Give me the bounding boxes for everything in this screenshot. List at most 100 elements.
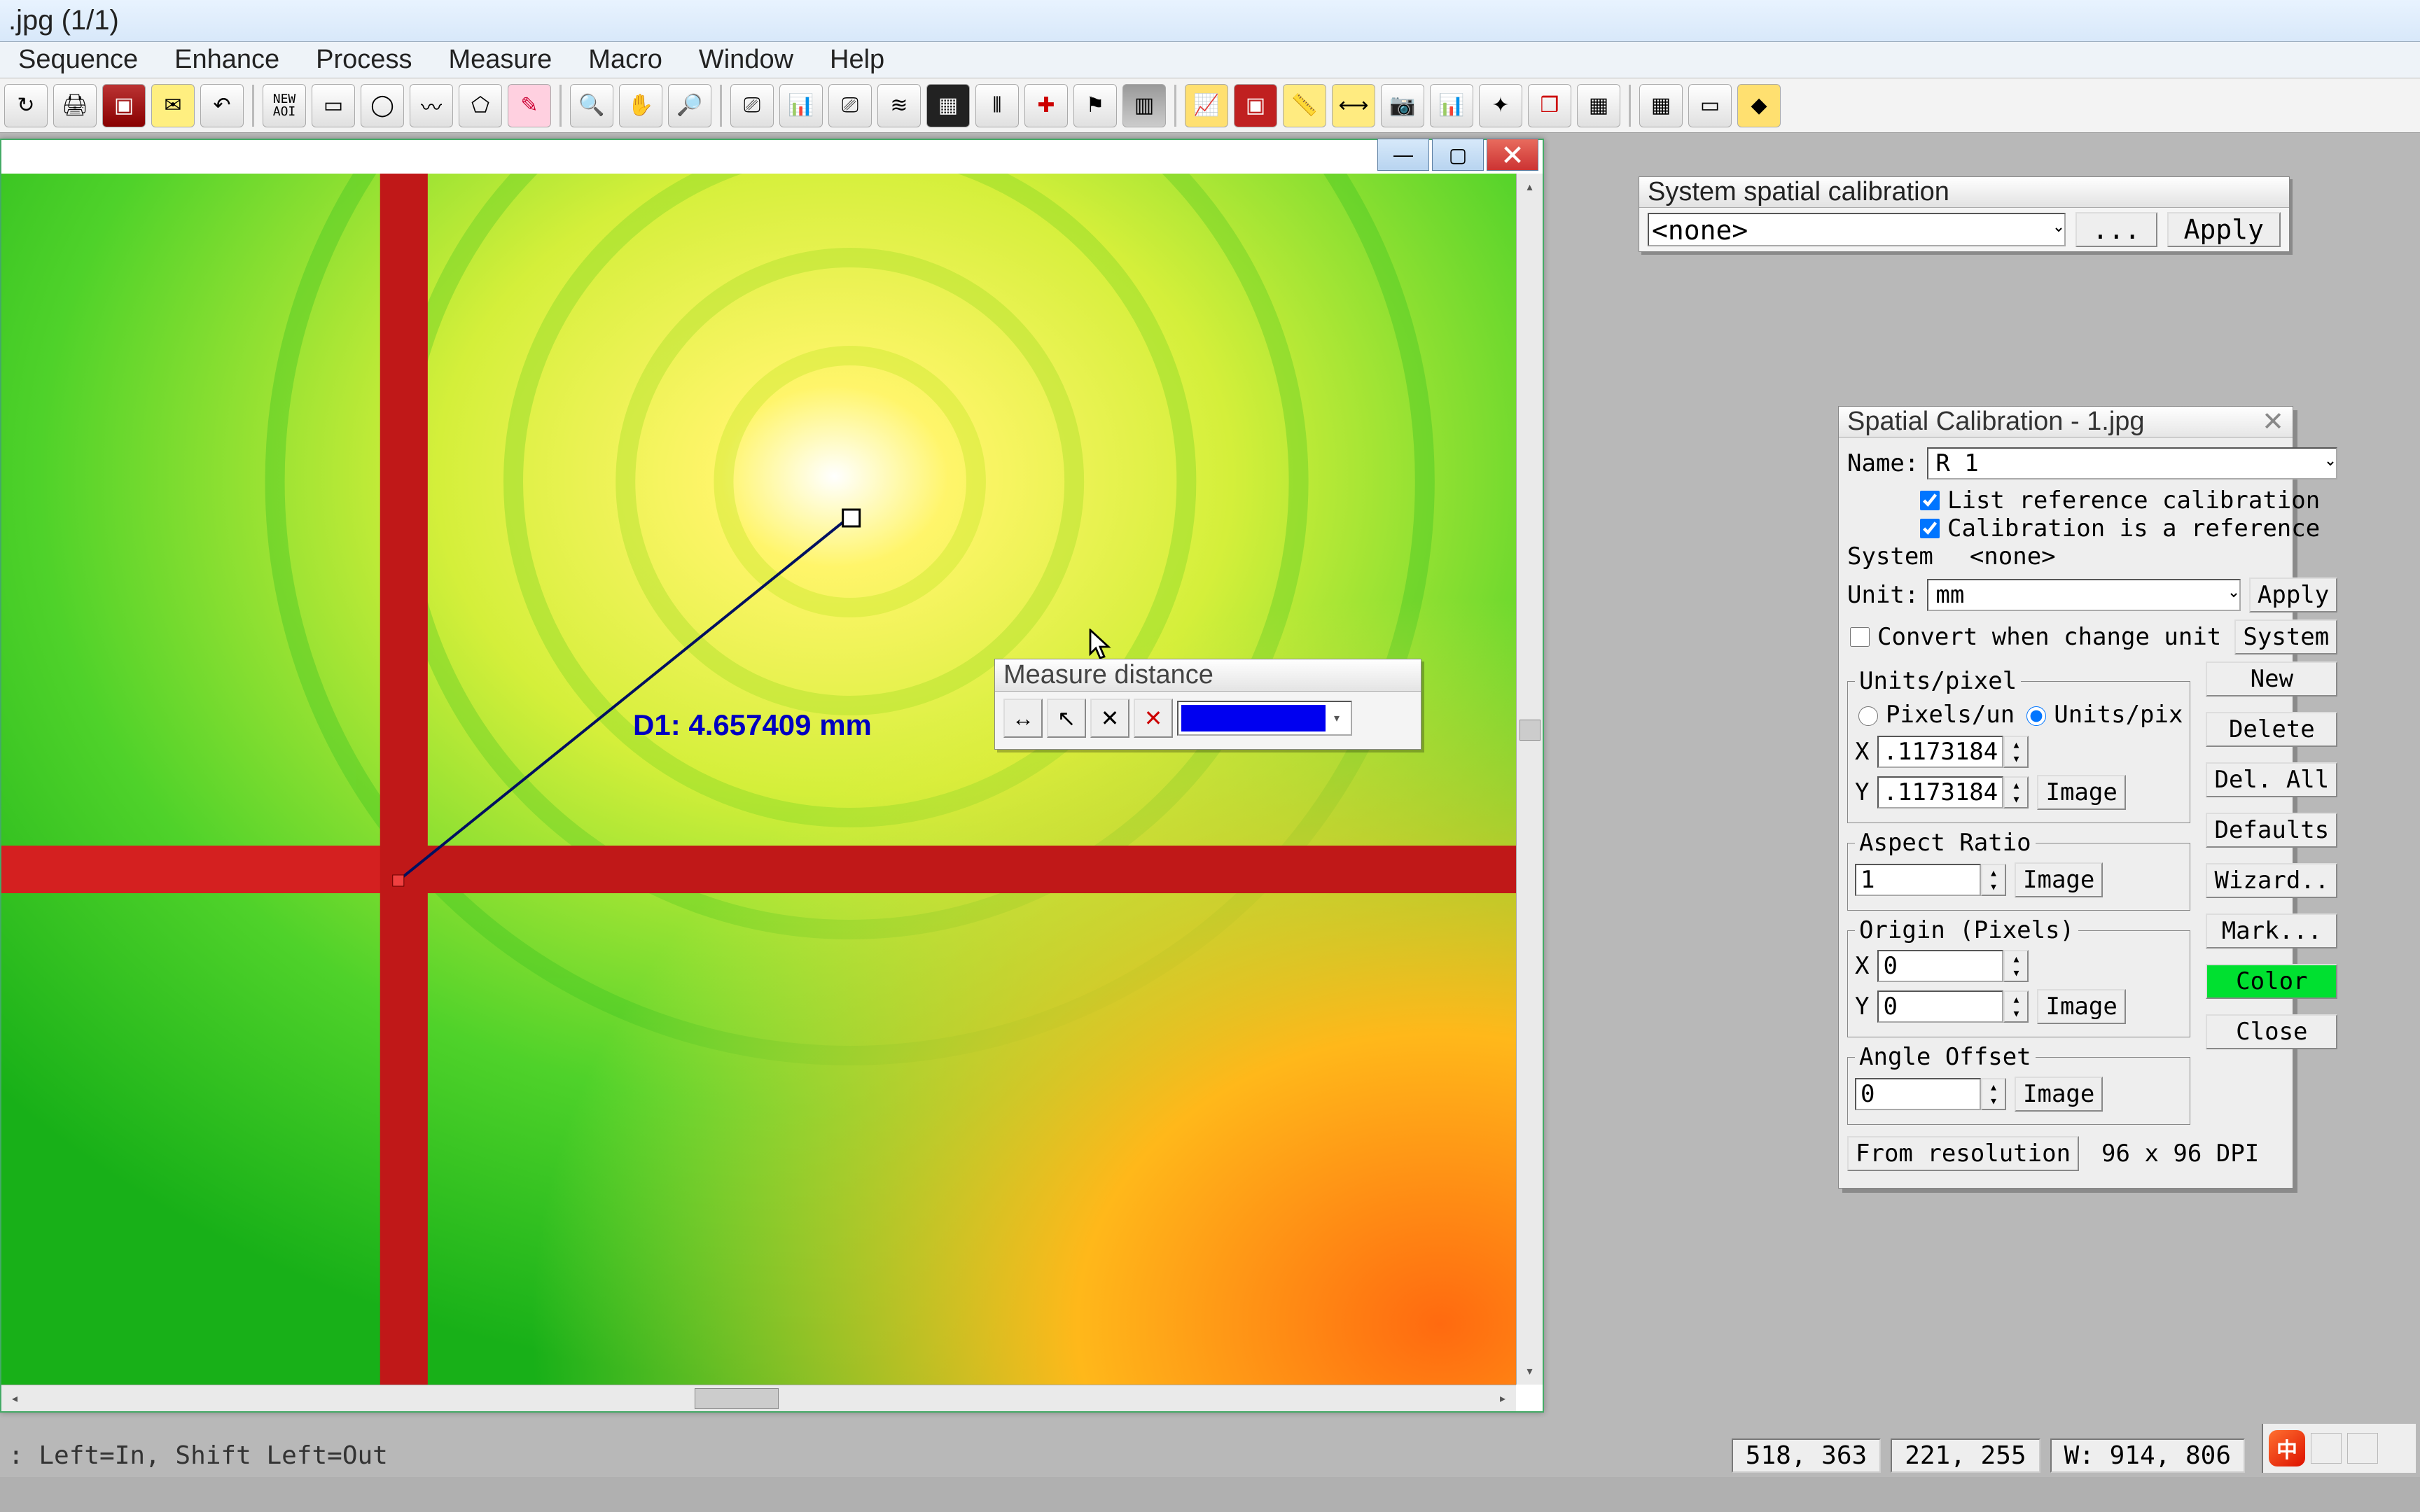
- ime-language-icon[interactable]: 中: [2269, 1430, 2305, 1466]
- tool-sliders1-icon[interactable]: ⎚: [730, 84, 774, 127]
- scroll-left-icon[interactable]: ◂: [1, 1385, 28, 1412]
- tool-histogram-icon[interactable]: 📊: [779, 84, 823, 127]
- from-resolution-button[interactable]: From resolution: [1847, 1136, 2079, 1171]
- origin-x-input[interactable]: [1877, 950, 2003, 982]
- chk-is-reference[interactable]: [1920, 519, 1940, 538]
- angle-image-button[interactable]: Image: [2015, 1077, 2103, 1112]
- tool-barcode-icon[interactable]: ⦀: [975, 84, 1019, 127]
- aspect-input[interactable]: [1855, 864, 1981, 896]
- image-canvas[interactable]: [1, 174, 1516, 1385]
- spinner-icon[interactable]: ▴▾: [1981, 1078, 2006, 1110]
- menu-measure[interactable]: Measure: [430, 42, 570, 78]
- menu-process[interactable]: Process: [298, 42, 430, 78]
- horizontal-scrollbar[interactable]: ◂ ▸: [1, 1385, 1516, 1411]
- tool-gray-icon[interactable]: ▥: [1122, 84, 1166, 127]
- measure-deleteall-icon[interactable]: ✕: [1134, 699, 1173, 738]
- spinner-icon[interactable]: ▴▾: [2003, 950, 2029, 982]
- tool-zoom-icon[interactable]: 🔍: [570, 84, 613, 127]
- tool-chart-icon[interactable]: 📈: [1185, 84, 1228, 127]
- aspect-image-button[interactable]: Image: [2015, 862, 2103, 897]
- upx-x-input[interactable]: [1877, 736, 2003, 768]
- tool-mail-icon[interactable]: ✉: [151, 84, 195, 127]
- tool-newaoi-icon[interactable]: NEWAOI: [263, 84, 306, 127]
- color-button[interactable]: Color: [2206, 964, 2337, 999]
- menu-help[interactable]: Help: [812, 42, 903, 78]
- chk-list-reference[interactable]: [1920, 491, 1940, 510]
- delete-button[interactable]: Delete: [2206, 712, 2337, 747]
- name-select[interactable]: R 1: [1927, 447, 2337, 479]
- tool-reload-icon[interactable]: ↻: [4, 84, 48, 127]
- close-button[interactable]: Close: [2206, 1014, 2337, 1049]
- tool-scatter-icon[interactable]: ✦: [1479, 84, 1522, 127]
- tool-pan-icon[interactable]: ✋: [619, 84, 662, 127]
- tool-grid-icon[interactable]: ▦: [926, 84, 970, 127]
- measure-pointer-icon[interactable]: ↖: [1047, 699, 1086, 738]
- tool-record-icon[interactable]: ▣: [1234, 84, 1277, 127]
- vertical-scrollbar[interactable]: ▴ ▾: [1516, 174, 1543, 1385]
- radio-units-per-pixel[interactable]: [2026, 706, 2046, 726]
- tool-print-icon[interactable]: 🖨: [53, 84, 97, 127]
- delall-button[interactable]: Del. All: [2206, 762, 2337, 797]
- spinner-icon[interactable]: ▴▾: [2003, 776, 2029, 808]
- window-maximize-button[interactable]: ▢: [1432, 139, 1484, 171]
- tool-sliders2-icon[interactable]: ⎚: [828, 84, 872, 127]
- tool-rect-icon[interactable]: ▭: [312, 84, 355, 127]
- tool-wand-icon[interactable]: ✎: [508, 84, 551, 127]
- tool-capture-icon[interactable]: ▣: [102, 84, 146, 127]
- tool-caliper-icon[interactable]: ⟷: [1332, 84, 1375, 127]
- ime-settings-icon[interactable]: [2347, 1433, 2378, 1464]
- tool-polygon-icon[interactable]: ⬠: [459, 84, 502, 127]
- spinner-icon[interactable]: ▴▾: [2003, 736, 2029, 768]
- tool-zoomfit-icon[interactable]: 🔎: [668, 84, 711, 127]
- window-close-button[interactable]: [1487, 139, 1538, 171]
- menu-window[interactable]: Window: [681, 42, 812, 78]
- spinner-icon[interactable]: ▴▾: [2003, 990, 2029, 1023]
- tool-undo-icon[interactable]: ↶: [200, 84, 244, 127]
- scroll-up-icon[interactable]: ▴: [1517, 174, 1543, 200]
- menu-enhance[interactable]: Enhance: [156, 42, 298, 78]
- angle-input[interactable]: [1855, 1078, 1981, 1110]
- upx-image-button[interactable]: Image: [2037, 775, 2125, 810]
- radio-pixels-per-unit[interactable]: [1858, 706, 1878, 726]
- chk-convert[interactable]: [1850, 627, 1870, 647]
- scroll-right-icon[interactable]: ▸: [1489, 1385, 1516, 1412]
- wizard-button[interactable]: Wizard..: [2206, 863, 2337, 898]
- syscal-browse-button[interactable]: ...: [2075, 212, 2157, 247]
- tool-mosaic-icon[interactable]: ▦: [1639, 84, 1683, 127]
- cal-close-icon[interactable]: ✕: [2262, 406, 2284, 438]
- menu-sequence[interactable]: Sequence: [0, 42, 156, 78]
- syscal-select[interactable]: <none>: [1648, 213, 2066, 246]
- scroll-thumb-h[interactable]: [695, 1388, 779, 1409]
- measure-delete-icon[interactable]: ✕: [1090, 699, 1129, 738]
- syscal-apply-button[interactable]: Apply: [2167, 212, 2281, 247]
- unit-apply-button[interactable]: Apply: [2249, 578, 2337, 612]
- tool-note-icon[interactable]: ◆: [1737, 84, 1781, 127]
- window-minimize-button[interactable]: —: [1377, 139, 1429, 171]
- scroll-down-icon[interactable]: ▾: [1517, 1358, 1543, 1385]
- tool-flag-icon[interactable]: ⚑: [1073, 84, 1117, 127]
- tool-layers-icon[interactable]: ≋: [877, 84, 921, 127]
- upx-y-input[interactable]: [1877, 776, 2003, 808]
- mark-button[interactable]: Mark...: [2206, 913, 2337, 948]
- system-button[interactable]: System: [2234, 620, 2337, 654]
- origin-y-input[interactable]: [1877, 990, 2003, 1023]
- menu-macro[interactable]: Macro: [570, 42, 681, 78]
- measure-line-icon[interactable]: ↔: [1003, 699, 1043, 738]
- origin-image-button[interactable]: Image: [2037, 989, 2125, 1024]
- tool-3d-icon[interactable]: ❒: [1528, 84, 1571, 127]
- tool-redchart-icon[interactable]: 📊: [1430, 84, 1473, 127]
- new-button[interactable]: New: [2206, 662, 2337, 696]
- defaults-button[interactable]: Defaults: [2206, 813, 2337, 848]
- tool-stack-icon[interactable]: ▭: [1688, 84, 1732, 127]
- tool-ruler-icon[interactable]: 📏: [1283, 84, 1326, 127]
- tool-crosshair-icon[interactable]: ✚: [1024, 84, 1068, 127]
- ime-keyboard-icon[interactable]: [2311, 1433, 2342, 1464]
- tool-freehand-icon[interactable]: 〰: [410, 84, 453, 127]
- measure-color-dropdown[interactable]: ▾: [1177, 701, 1352, 736]
- scroll-thumb-v[interactable]: [1520, 720, 1541, 741]
- tool-table-icon[interactable]: ▦: [1577, 84, 1620, 127]
- tool-ellipse-icon[interactable]: ◯: [361, 84, 404, 127]
- tool-camera-icon[interactable]: 📷: [1381, 84, 1424, 127]
- spinner-icon[interactable]: ▴▾: [1981, 864, 2006, 896]
- unit-select[interactable]: mm: [1927, 579, 2241, 611]
